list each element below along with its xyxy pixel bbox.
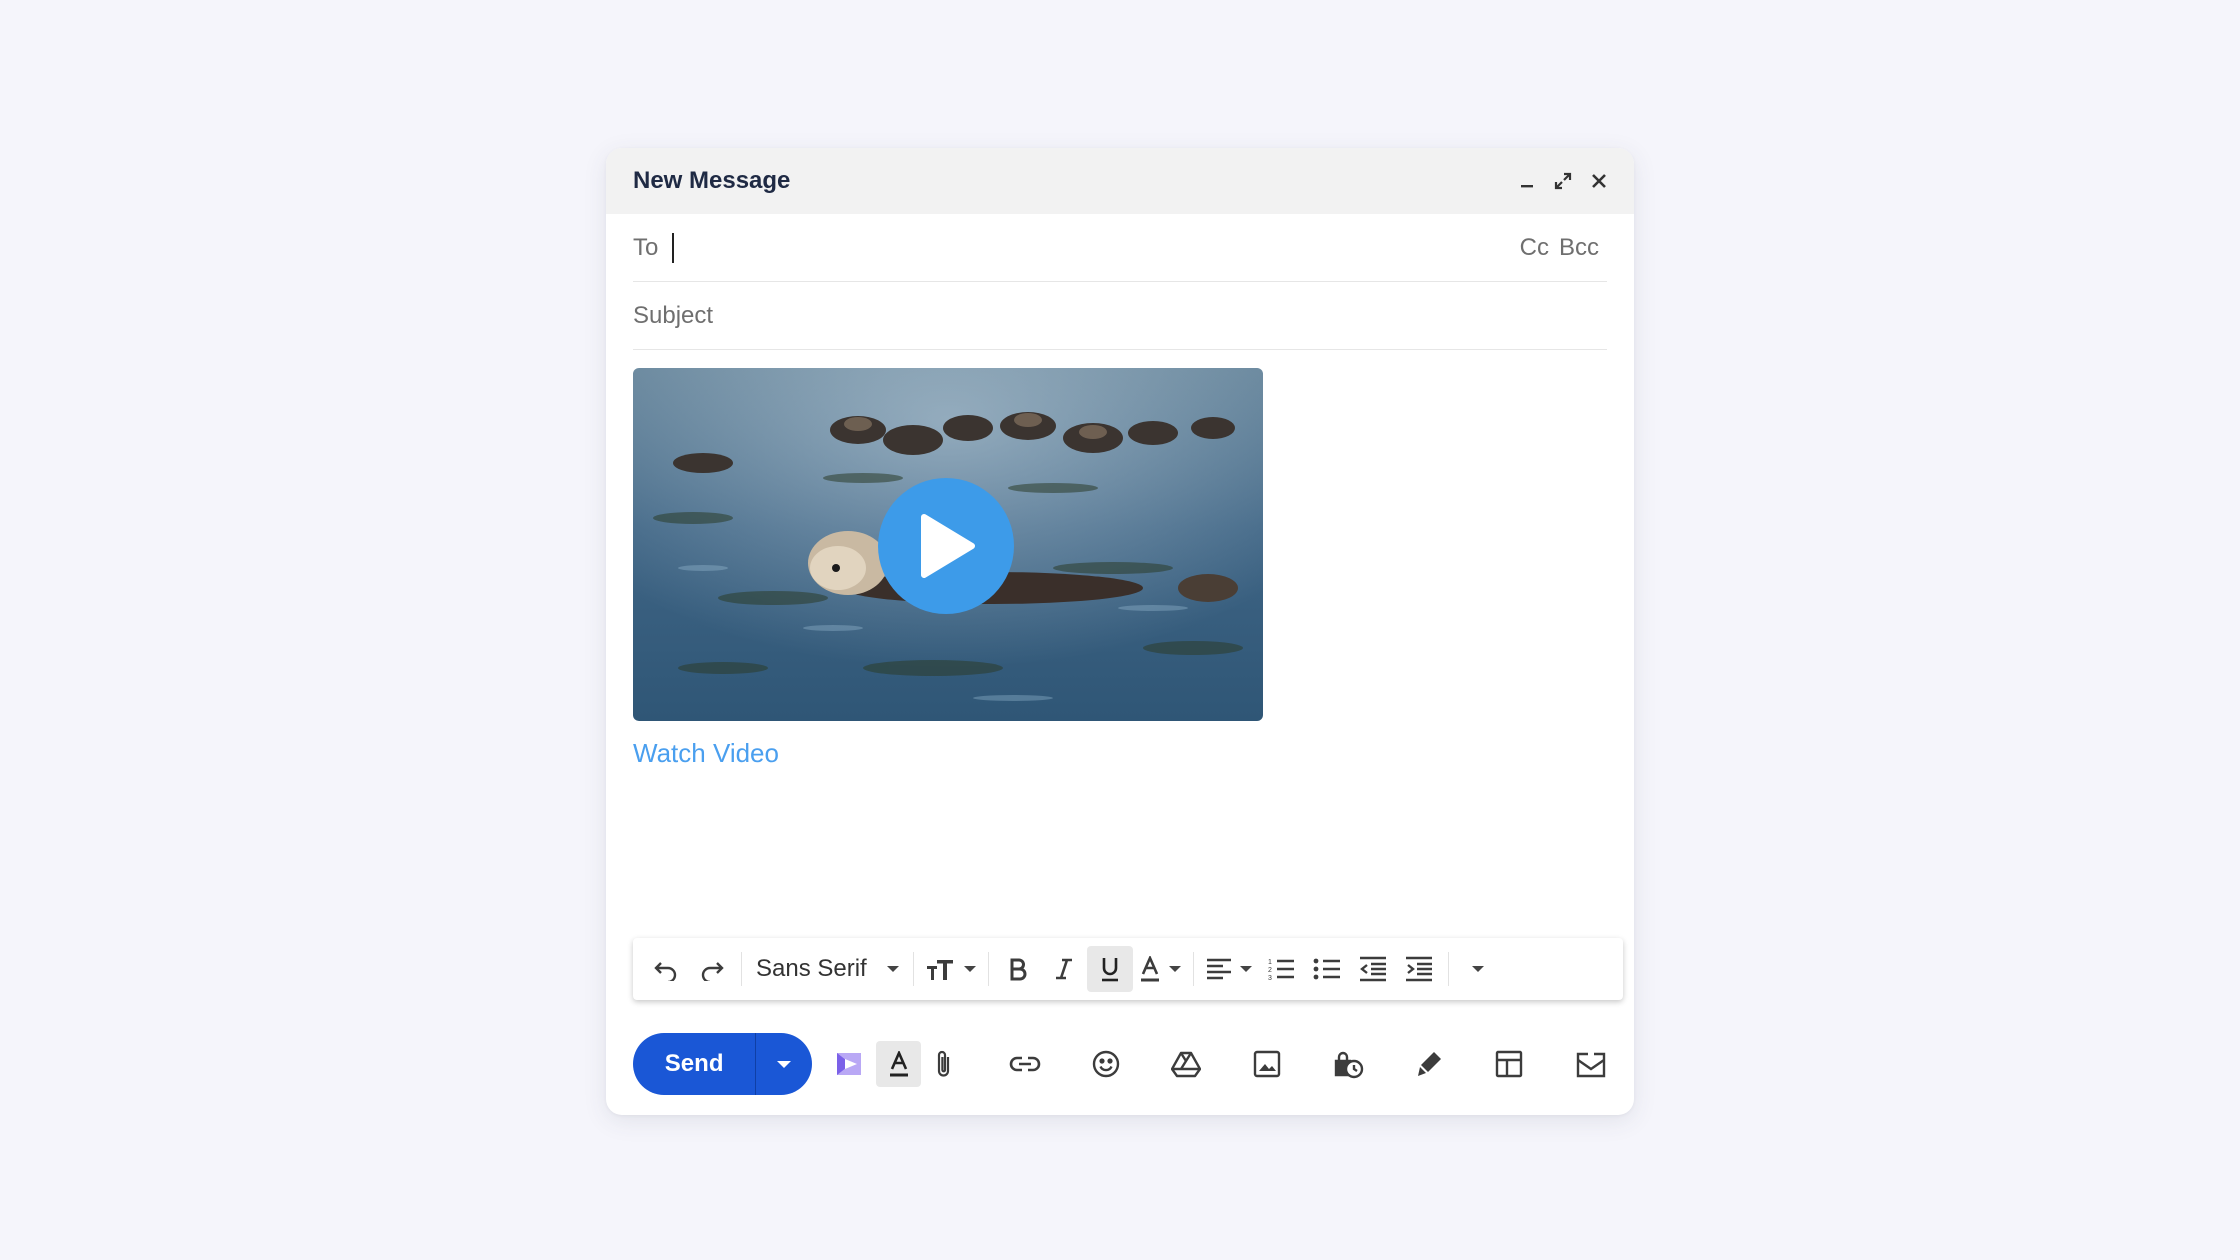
confidential-mode-icon[interactable] <box>1325 1041 1371 1087</box>
toolbar-separator <box>912 952 914 986</box>
drive-icon[interactable] <box>1164 1041 1210 1087</box>
send-button-group: Send <box>633 1033 812 1095</box>
chevron-down-icon <box>777 1060 792 1068</box>
italic-icon[interactable] <box>1041 946 1087 992</box>
numbered-list-icon[interactable]: 123 <box>1258 946 1304 992</box>
formatting-toolbar: Sans Serif 123 <box>633 938 1623 1000</box>
redo-icon[interactable] <box>689 946 735 992</box>
link-icon[interactable] <box>1002 1041 1048 1087</box>
toolbar-separator <box>741 952 742 986</box>
to-row: To Cc Bcc <box>633 214 1607 282</box>
font-family-value: Sans Serif <box>756 955 867 982</box>
expand-icon[interactable] <box>1552 170 1574 192</box>
text-caret <box>672 232 675 263</box>
font-size-icon[interactable] <box>920 946 982 992</box>
text-color-icon[interactable] <box>1133 946 1187 992</box>
video-thumbnail[interactable] <box>633 368 1263 721</box>
toolbar-separator <box>1192 952 1194 986</box>
toolbar-separator <box>987 952 989 986</box>
align-icon[interactable] <box>1200 946 1258 992</box>
minimize-icon[interactable] <box>1516 170 1538 192</box>
underline-icon[interactable] <box>1086 946 1133 992</box>
chevron-down-icon <box>1239 966 1252 972</box>
indent-more-icon[interactable] <box>1396 946 1442 992</box>
compose-title: New Message <box>633 167 791 194</box>
close-icon[interactable] <box>1588 170 1610 192</box>
chevron-down-icon <box>1168 966 1181 972</box>
bold-icon[interactable] <box>995 946 1041 992</box>
chevron-down-icon <box>963 966 976 972</box>
cc-link[interactable]: Cc <box>1520 234 1549 262</box>
signature-icon[interactable] <box>1406 1041 1452 1087</box>
bcc-link[interactable]: Bcc <box>1559 234 1599 262</box>
window-actions <box>1516 170 1610 192</box>
play-icon[interactable] <box>878 478 1014 614</box>
send-options-button[interactable] <box>755 1033 812 1095</box>
svg-text:2: 2 <box>1268 967 1272 974</box>
emoji-icon[interactable] <box>1083 1041 1129 1087</box>
indent-less-icon[interactable] <box>1350 946 1396 992</box>
layout-icon[interactable] <box>1487 1041 1533 1087</box>
photo-icon[interactable] <box>1244 1041 1290 1087</box>
formatting-options-icon[interactable] <box>875 1041 922 1087</box>
to-input[interactable] <box>672 232 1519 263</box>
send-button[interactable]: Send <box>633 1033 755 1095</box>
more-options-icon[interactable] <box>1567 1041 1613 1087</box>
undo-icon[interactable] <box>643 946 689 992</box>
toolbar-separator <box>1447 952 1449 986</box>
font-family-select[interactable]: Sans Serif <box>748 946 907 992</box>
subject-placeholder: Subject <box>633 301 714 329</box>
more-formatting-icon[interactable] <box>1455 946 1501 992</box>
svg-text:1: 1 <box>1268 959 1272 966</box>
compose-window: New Message To Cc Bcc Subject Watch Vide… <box>606 148 1634 1115</box>
watch-video-link[interactable]: Watch Video <box>633 738 779 769</box>
compose-bottom-toolbar: Send <box>633 1033 1613 1095</box>
compose-titlebar[interactable]: New Message <box>606 148 1634 214</box>
cc-bcc-links: Cc Bcc <box>1520 234 1599 262</box>
attach-icon[interactable] <box>921 1041 967 1087</box>
chevron-down-icon <box>886 966 899 972</box>
to-label: To <box>633 233 659 261</box>
extension-icon[interactable] <box>826 1041 872 1087</box>
chevron-down-icon <box>1471 966 1484 972</box>
bulleted-list-icon[interactable] <box>1304 946 1350 992</box>
svg-text:3: 3 <box>1268 975 1272 981</box>
subject-input[interactable]: Subject <box>633 282 1607 350</box>
